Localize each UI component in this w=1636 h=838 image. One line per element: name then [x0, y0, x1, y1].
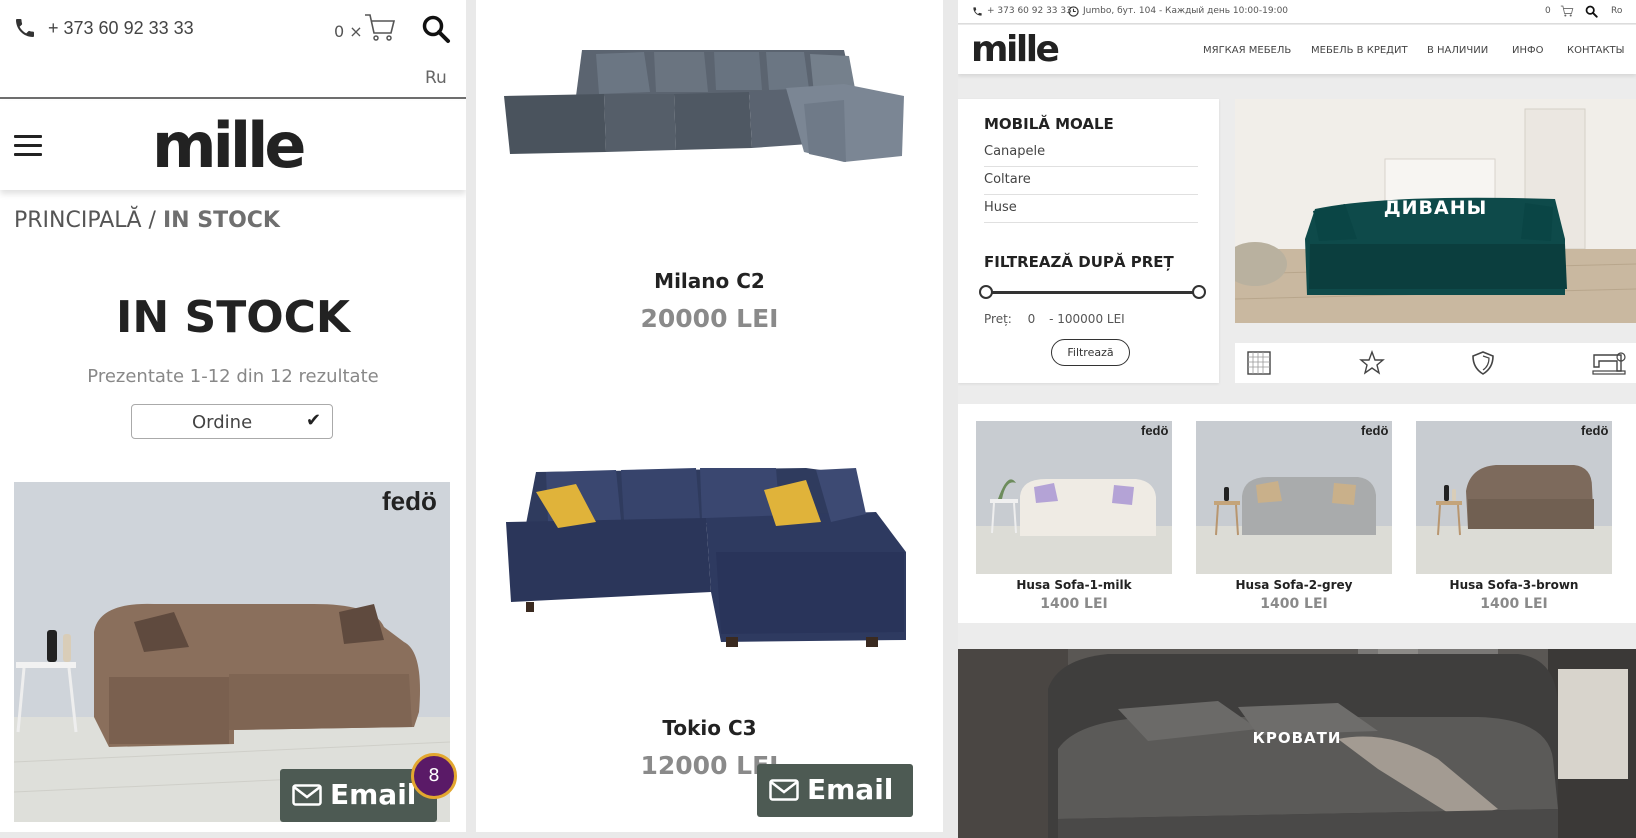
nav-item-soft-furniture[interactable]: МЯГКАЯ МЕБЕЛЬ	[1203, 45, 1291, 56]
phone-icon[interactable]	[13, 16, 37, 40]
tokio-c3-image[interactable]	[506, 462, 916, 652]
sofas-banner[interactable]: ДИВАНЫ	[1235, 99, 1636, 323]
price-slider-max-handle[interactable]	[1192, 285, 1206, 299]
email-button-label: Email	[330, 778, 417, 811]
nav-item-credit[interactable]: МЕБЕЛЬ В КРЕДИТ	[1311, 45, 1408, 56]
shield-icon	[1472, 351, 1494, 375]
breadcrumb-current: IN STOCK	[162, 208, 280, 233]
product-image[interactable]: fedö	[1196, 421, 1392, 574]
cart-icon[interactable]	[363, 10, 397, 44]
product-price: 1400 LEI	[1260, 596, 1328, 612]
sewing-machine-icon	[1592, 352, 1626, 375]
price-slider-min-handle[interactable]	[979, 285, 993, 299]
milk-sofa-photo	[976, 421, 1172, 574]
phone-number[interactable]: + 373 60 92 33 33	[48, 18, 194, 39]
brand-logo: fedö	[1581, 423, 1609, 438]
sidebar-item-coltare[interactable]: Coltare	[984, 167, 1198, 195]
filter-button[interactable]: Filtrează	[1051, 339, 1130, 366]
products-row: fedö Husa Sofa-1-milk 1400 LEI fedö Husa…	[958, 404, 1636, 623]
mobile-topbar: + 373 60 92 33 33 0 × Ru	[0, 0, 466, 99]
desktop-header: mille МЯГКАЯ МЕБЕЛЬ МЕБЕЛЬ В КРЕДИТ В НА…	[958, 25, 1636, 74]
feature-icons-bar	[1235, 343, 1636, 383]
language-switch[interactable]: Ru	[425, 68, 447, 88]
check-icon: ✔	[306, 410, 322, 431]
brown-sofa-photo	[1416, 421, 1612, 574]
clock-icon	[1068, 6, 1079, 17]
product-name[interactable]: Tokio C3	[476, 716, 943, 740]
product-price: 1400 LEI	[1480, 596, 1548, 612]
product-image[interactable]: fedö	[1416, 421, 1612, 574]
product-card[interactable]: fedö Husa Sofa-2-grey 1400 LEI	[1196, 421, 1392, 612]
product-name[interactable]: Milano C2	[476, 269, 943, 293]
sidebar-item-huse[interactable]: Huse	[984, 195, 1198, 223]
product-name[interactable]: Husa Sofa-1-milk	[976, 578, 1172, 592]
price-filter-heading: FILTREAZĂ DUPĂ PREȚ	[984, 253, 1174, 271]
brand-logo: fedö	[382, 486, 437, 516]
sofas-banner-title: ДИВАНЫ	[1383, 197, 1488, 219]
site-logo[interactable]: mille	[971, 29, 1060, 70]
beds-banner-title: КРОВАТИ	[1252, 729, 1342, 747]
search-icon[interactable]	[1585, 5, 1598, 18]
sidebar-heading: MOBILĂ MOALE	[984, 115, 1114, 133]
milano-c2-image[interactable]	[504, 44, 918, 174]
cart-icon[interactable]	[1560, 4, 1574, 18]
cart-count: 0 ×	[334, 22, 363, 41]
price-min-value: 0	[1027, 312, 1036, 326]
order-select[interactable]: Ordine ✔	[131, 404, 333, 439]
nav-item-info[interactable]: ИНФО	[1512, 45, 1543, 56]
notification-badge[interactable]: 8	[411, 753, 457, 799]
product-card[interactable]: fedö Husa Sofa-3-brown 1400 LEI	[1416, 421, 1612, 612]
sidebar-item-canapele[interactable]: Canapele	[984, 139, 1198, 167]
product-name[interactable]: Husa Sofa-3-brown	[1416, 578, 1612, 592]
search-icon[interactable]	[421, 14, 451, 44]
brand-logo: fedö	[1141, 423, 1169, 438]
grey-sofa-photo	[1196, 421, 1392, 574]
brand-logo: fedö	[1361, 423, 1389, 438]
product-name[interactable]: Husa Sofa-2-grey	[1196, 578, 1392, 592]
phone-number[interactable]: + 373 60 92 33 33	[987, 6, 1072, 16]
star-icon	[1359, 350, 1385, 375]
order-select-label: Ordine	[192, 412, 253, 433]
envelope-icon	[769, 779, 799, 801]
product-price: 20000 LEI	[640, 304, 779, 333]
store-address: Jumbo, бут. 104 - Каждый день 10:00-19:0…	[1083, 6, 1289, 16]
nav-item-contacts[interactable]: КОНТАКТЫ	[1567, 45, 1624, 56]
results-count: Prezentate 1-12 din 12 rezultate	[87, 366, 379, 387]
envelope-icon	[292, 784, 322, 806]
desktop-topbar: + 373 60 92 33 33 Jumbo, бут. 104 - Кажд…	[958, 0, 1636, 24]
nav-item-in-stock[interactable]: В НАЛИЧИИ	[1427, 45, 1488, 56]
page-title: IN STOCK	[115, 292, 350, 343]
mobile-header: mille	[0, 101, 466, 190]
cart-count: 0	[1545, 6, 1551, 16]
breadcrumb-home[interactable]: PRINCIPALĂ /	[14, 208, 156, 233]
price-slider-track[interactable]	[985, 291, 1197, 294]
phone-icon	[973, 7, 982, 16]
email-button-label: Email	[807, 773, 894, 806]
mobile-listing-panel: + 373 60 92 33 33 0 × Ru mille PRINCIPAL…	[0, 0, 466, 832]
site-logo[interactable]: mille	[152, 109, 306, 182]
hamburger-menu-icon[interactable]	[14, 135, 42, 157]
desktop-homepage-panel: + 373 60 92 33 33 Jumbo, бут. 104 - Кажд…	[958, 0, 1636, 838]
product-list-panel: Milano C2 20000 LEI Tokio C3 12000 LEI E…	[476, 0, 943, 832]
product-card[interactable]: fedö Husa Sofa-1-milk 1400 LEI	[976, 421, 1172, 612]
product-price: 1400 LEI	[1040, 596, 1108, 612]
price-max-value: - 100000 LEI	[1049, 312, 1125, 326]
breadcrumb: PRINCIPALĂ / IN STOCK	[14, 208, 280, 233]
beds-banner[interactable]: КРОВАТИ	[958, 649, 1636, 838]
product-image[interactable]: fedö	[976, 421, 1172, 574]
fabric-icon	[1247, 351, 1271, 375]
language-switch[interactable]: Ro	[1611, 6, 1622, 16]
price-range-label: Preț: 0 - 100000 LEI	[984, 312, 1125, 326]
price-label: Preț:	[984, 312, 1012, 326]
email-button[interactable]: Email	[757, 764, 913, 817]
